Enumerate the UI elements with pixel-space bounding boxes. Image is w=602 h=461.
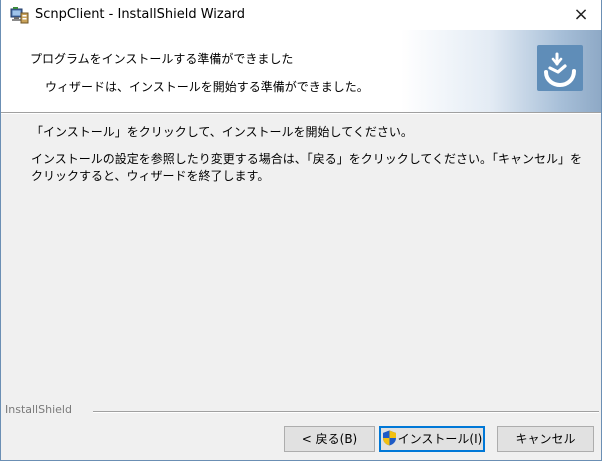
close-button[interactable]: ×: [561, 0, 601, 30]
header-title: プログラムをインストールする準備ができました: [30, 52, 294, 66]
install-button-label: インストール(I): [397, 432, 483, 446]
uac-shield-icon: [382, 430, 396, 446]
back-button[interactable]: < 戻る(B): [284, 426, 375, 452]
window-title: ScnpClient - InstallShield Wizard: [35, 7, 246, 22]
instruction-text: 「インストール」をクリックして、インストールを開始してください。: [31, 125, 413, 139]
footer-divider: [93, 411, 599, 413]
description-text: インストールの設定を参照したり変更する場合は、「戻る」をクリックしてください。「…: [31, 152, 583, 183]
install-button[interactable]: インストール(I): [379, 426, 485, 452]
installer-computer-icon: [10, 7, 29, 24]
installshield-brand-label: InstallShield: [5, 403, 72, 416]
installshield-logo-icon: [537, 45, 583, 91]
wizard-header: プログラムをインストールする準備ができました ウィザードは、インストールを開始す…: [1, 30, 601, 112]
close-icon: ×: [573, 4, 589, 25]
cancel-button[interactable]: キャンセル: [497, 426, 594, 452]
header-divider: [1, 112, 601, 114]
title-bar: ScnpClient - InstallShield Wizard ×: [1, 0, 601, 30]
installer-window: ScnpClient - InstallShield Wizard × プログラ…: [0, 0, 602, 461]
header-subtitle: ウィザードは、インストールを開始する準備ができました。: [45, 80, 369, 94]
